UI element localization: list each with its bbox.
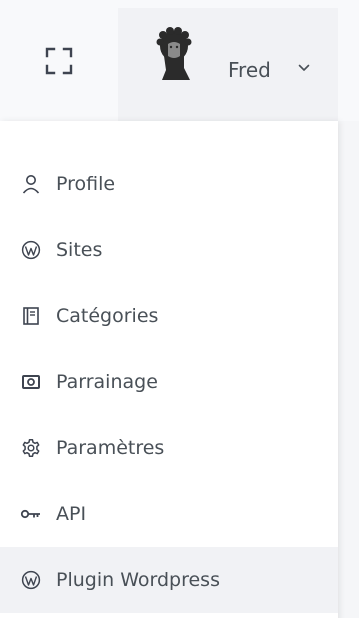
user-icon [20, 173, 42, 195]
chevron-down-icon [298, 64, 310, 71]
gear-icon [20, 437, 42, 459]
wordpress-icon [20, 239, 42, 261]
menu-item-profile[interactable]: Profile [0, 151, 338, 217]
avatar [156, 27, 192, 80]
menu-item-sites[interactable]: Sites [0, 217, 338, 283]
menu-item-label: Sites [56, 239, 103, 261]
menu-item-label: Paramètres [56, 437, 165, 459]
menu-item-label: Plugin Wordpress [56, 569, 220, 591]
menu-item-api[interactable]: API [0, 481, 338, 547]
menu-item-label: Profile [56, 173, 116, 195]
menu-item-parametres[interactable]: Paramètres [0, 415, 338, 481]
content-edge [338, 121, 359, 618]
user-dropdown-button[interactable]: Fred [118, 8, 338, 121]
menu-item-plugin-wordpress[interactable]: Plugin Wordpress [0, 547, 338, 613]
fullscreen-button[interactable] [0, 0, 118, 121]
menu-item-label: Parrainage [56, 371, 158, 393]
key-icon [20, 503, 42, 525]
user-name: Fred [228, 58, 271, 82]
page: Fred Profile Sites Catégories Parrainage… [0, 0, 359, 618]
user-dropdown-menu: Profile Sites Catégories Parrainage Para… [0, 121, 338, 618]
book-icon [20, 305, 42, 327]
top-header: Fred [0, 0, 359, 121]
camera-icon [20, 371, 42, 393]
wordpress-icon [20, 569, 42, 591]
fullscreen-icon [45, 47, 73, 74]
menu-item-label: Catégories [56, 305, 159, 327]
menu-item-parrainage[interactable]: Parrainage [0, 349, 338, 415]
menu-item-categories[interactable]: Catégories [0, 283, 338, 349]
menu-item-label: API [56, 503, 87, 525]
